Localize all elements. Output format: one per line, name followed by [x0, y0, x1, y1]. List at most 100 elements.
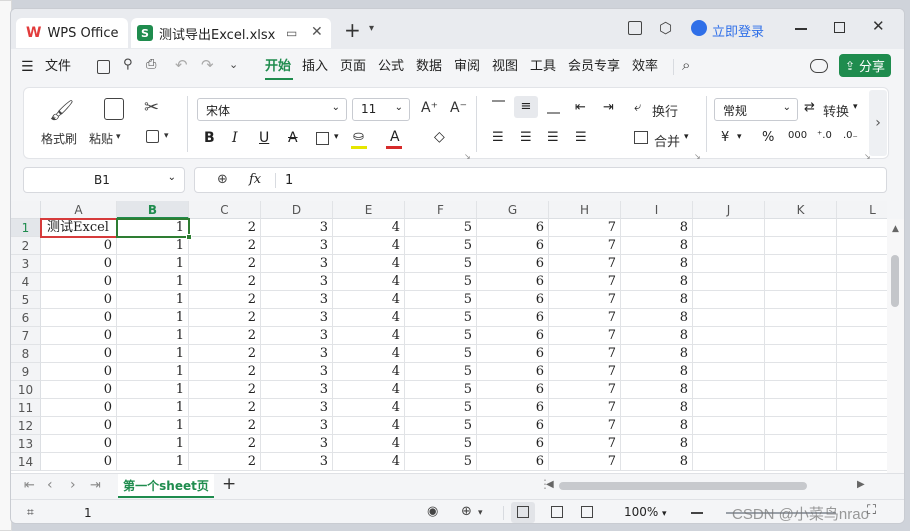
- tab-document[interactable]: S 测试导出Excel.xlsx ▭ ✕: [131, 18, 331, 48]
- column-header[interactable]: H: [549, 201, 621, 219]
- table-cell[interactable]: 6: [477, 255, 549, 273]
- row-header[interactable]: 10: [11, 381, 41, 399]
- decrease-decimal-icon[interactable]: .0₋: [843, 130, 858, 141]
- table-cell[interactable]: 8: [621, 435, 693, 453]
- undo-icon[interactable]: ↶: [175, 56, 188, 74]
- new-tab-icon[interactable]: +: [344, 18, 361, 42]
- row-header[interactable]: 1: [11, 219, 41, 237]
- table-cell[interactable]: 5: [405, 345, 477, 363]
- table-cell[interactable]: 1: [117, 363, 189, 381]
- page-break-view-icon[interactable]: [581, 506, 593, 518]
- table-cell[interactable]: 0: [41, 363, 117, 381]
- justify-icon[interactable]: ☰: [575, 130, 587, 145]
- table-cell[interactable]: 6: [477, 273, 549, 291]
- number-format-select[interactable]: 常规 ⌄: [714, 98, 798, 121]
- table-cell[interactable]: 3: [261, 291, 333, 309]
- page-layout-view-icon[interactable]: [551, 506, 563, 518]
- cut-icon[interactable]: ✂: [144, 97, 159, 118]
- table-cell[interactable]: 5: [405, 237, 477, 255]
- share-button[interactable]: ⇪ 分享: [839, 54, 891, 77]
- save-icon[interactable]: [97, 60, 110, 74]
- table-cell[interactable]: 3: [261, 453, 333, 471]
- table-cell[interactable]: 0: [41, 381, 117, 399]
- table-cell[interactable]: 3: [261, 381, 333, 399]
- table-cell[interactable]: 8: [621, 327, 693, 345]
- table-cell[interactable]: 1: [117, 399, 189, 417]
- table-cell[interactable]: 2: [189, 219, 261, 237]
- table-cell[interactable]: 5: [405, 255, 477, 273]
- table-cell[interactable]: 3: [261, 345, 333, 363]
- table-cell[interactable]: 6: [477, 435, 549, 453]
- format-painter-icon[interactable]: 🖌: [49, 98, 74, 122]
- table-cell[interactable]: 6: [477, 309, 549, 327]
- convert-icon[interactable]: ⇄: [804, 100, 815, 115]
- scroll-right-icon[interactable]: ▶: [857, 479, 865, 490]
- table-cell[interactable]: 8: [621, 309, 693, 327]
- underline-button[interactable]: U: [259, 130, 269, 146]
- table-cell[interactable]: 8: [621, 417, 693, 435]
- row-header[interactable]: 4: [11, 273, 41, 291]
- column-header[interactable]: I: [621, 201, 693, 219]
- table-cell[interactable]: 5: [405, 219, 477, 237]
- table-cell[interactable]: 4: [333, 237, 405, 255]
- name-box[interactable]: B1 ⌄: [23, 167, 185, 193]
- table-cell[interactable]: 5: [405, 327, 477, 345]
- table-cell[interactable]: 4: [333, 363, 405, 381]
- table-cell[interactable]: 4: [333, 453, 405, 471]
- table-cell[interactable]: 2: [189, 237, 261, 255]
- table-cell[interactable]: 5: [405, 453, 477, 471]
- vertical-scrollbar[interactable]: ▲: [887, 219, 904, 474]
- table-cell[interactable]: 0: [41, 417, 117, 435]
- row-header[interactable]: 2: [11, 237, 41, 255]
- table-cell[interactable]: 6: [477, 417, 549, 435]
- table-cell[interactable]: 7: [549, 327, 621, 345]
- table-cell[interactable]: 3: [261, 363, 333, 381]
- table-cell[interactable]: 0: [41, 327, 117, 345]
- font-dialog-icon[interactable]: ↘: [464, 152, 471, 161]
- currency-chevron-icon[interactable]: ▾: [737, 132, 742, 142]
- convert-button[interactable]: 转换: [823, 101, 849, 120]
- row-header[interactable]: 9: [11, 363, 41, 381]
- table-cell[interactable]: 1: [117, 435, 189, 453]
- column-header[interactable]: J: [693, 201, 765, 219]
- zoom-out-icon[interactable]: [691, 512, 703, 514]
- align-middle-icon[interactable]: ≡: [514, 96, 538, 118]
- horizontal-scrollbar-thumb[interactable]: [559, 482, 807, 490]
- table-cell[interactable]: 1: [117, 309, 189, 327]
- table-cell[interactable]: 2: [189, 327, 261, 345]
- table-cell[interactable]: 6: [477, 363, 549, 381]
- close-window-icon[interactable]: ✕: [872, 17, 885, 35]
- table-cell[interactable]: 3: [261, 273, 333, 291]
- column-header[interactable]: L: [837, 201, 887, 219]
- formula-input[interactable]: 1: [285, 173, 293, 188]
- merge-button[interactable]: 合并: [654, 131, 680, 150]
- copy-icon[interactable]: [146, 130, 159, 143]
- row-header[interactable]: 3: [11, 255, 41, 273]
- clear-format-icon[interactable]: ◇: [434, 129, 445, 145]
- print-preview-icon[interactable]: ⎙: [146, 57, 156, 72]
- row-header[interactable]: 12: [11, 417, 41, 435]
- table-cell[interactable]: 3: [261, 219, 333, 237]
- table-cell[interactable]: 4: [333, 435, 405, 453]
- table-cell[interactable]: 2: [189, 399, 261, 417]
- column-header[interactable]: E: [333, 201, 405, 219]
- table-cell[interactable]: 6: [477, 381, 549, 399]
- focus-chevron-icon[interactable]: ▾: [478, 508, 483, 518]
- table-cell[interactable]: 2: [189, 453, 261, 471]
- table-cell[interactable]: 0: [41, 309, 117, 327]
- menu-tools[interactable]: 工具: [530, 56, 556, 78]
- table-cell[interactable]: 1: [117, 237, 189, 255]
- table-cell[interactable]: 5: [405, 309, 477, 327]
- table-cell[interactable]: 7: [549, 345, 621, 363]
- share-link-icon[interactable]: ⚲: [123, 57, 133, 72]
- table-cell[interactable]: 2: [189, 381, 261, 399]
- table-cell[interactable]: 2: [189, 291, 261, 309]
- table-cell[interactable]: 7: [549, 381, 621, 399]
- table-cell[interactable]: 5: [405, 291, 477, 309]
- table-cell[interactable]: 5: [405, 399, 477, 417]
- table-cell[interactable]: 0: [41, 435, 117, 453]
- table-cell[interactable]: 7: [549, 399, 621, 417]
- table-cell[interactable]: 4: [333, 381, 405, 399]
- table-cell[interactable]: 8: [621, 237, 693, 255]
- row-header[interactable]: 14: [11, 453, 41, 471]
